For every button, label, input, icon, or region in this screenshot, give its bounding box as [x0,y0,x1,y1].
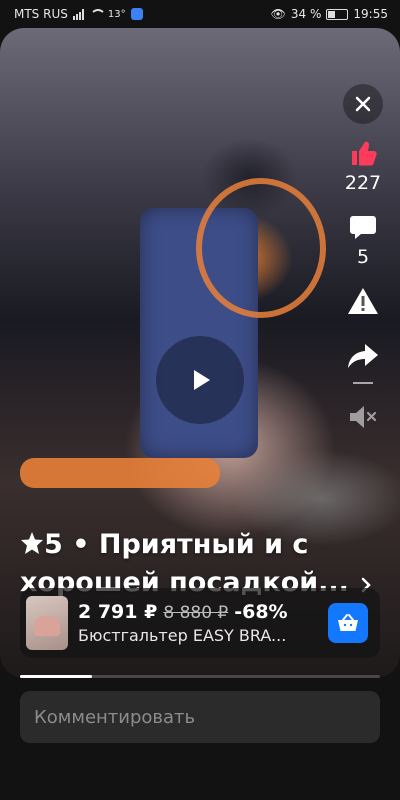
comment-icon [350,216,376,239]
status-left: MTS RUS 13° [14,7,143,21]
redaction-bar [20,458,220,488]
play-button[interactable] [156,336,244,424]
thumbs-up-icon [351,141,377,166]
comments-button[interactable]: 5 [348,212,378,268]
mute-button[interactable] [348,404,378,430]
basket-icon [338,614,358,631]
redaction-scribble [196,178,326,318]
like-count: 227 [344,172,382,194]
close-button[interactable] [343,84,383,124]
temperature-label: 13° [107,8,126,20]
carrier-label: MTS RUS [14,7,68,21]
play-icon [194,370,210,390]
star-icon [21,532,43,554]
app-icon [130,8,143,20]
video-player[interactable]: 227 5 5 • Приятный и с хорошей посадкой.… [0,28,400,678]
video-progress-bar[interactable] [20,675,380,678]
product-card[interactable]: 2 791 ₽ 8 880 ₽ -68% Бюстгальтер EASY BR… [20,588,380,658]
action-rail: 227 5 [338,84,388,430]
status-bar: MTS RUS 13° 👁 34 % 19:55 [0,0,400,28]
like-button[interactable]: 227 [345,138,381,194]
product-thumbnail [26,596,68,650]
mute-icon [350,406,377,428]
report-button[interactable] [347,286,379,316]
comment-count: 5 [356,246,370,268]
clock: 19:55 [353,7,388,21]
price-row: 2 791 ₽ 8 880 ₽ -68% [78,601,320,623]
comment-input[interactable]: Комментировать [20,691,380,743]
close-icon [355,96,371,112]
discount-badge: -68% [234,601,288,623]
comment-placeholder: Комментировать [34,706,196,728]
signal-icon [72,8,84,20]
rail-divider [353,382,373,384]
share-icon [348,344,378,368]
app-root: MTS RUS 13° 👁 34 % 19:55 227 5 5 • Прият… [0,0,400,800]
rating-value: 5 [44,529,63,560]
status-right: 👁 34 % 19:55 [271,7,388,21]
add-to-cart-button[interactable] [328,603,368,643]
product-info: 2 791 ₽ 8 880 ₽ -68% Бюстгальтер EASY BR… [78,601,320,645]
report-icon [348,288,378,314]
current-price: 2 791 ₽ [78,601,158,623]
battery-icon [326,8,349,20]
wifi-icon [89,8,106,20]
battery-label: 34 % [290,7,322,21]
video-progress-fill [20,675,92,678]
eye-icon: 👁 [270,7,286,21]
product-name: Бюстгальтер EASY BRA... [78,626,287,645]
share-button[interactable] [347,342,379,370]
old-price: 8 880 ₽ [163,603,229,623]
battery-level [328,10,335,18]
